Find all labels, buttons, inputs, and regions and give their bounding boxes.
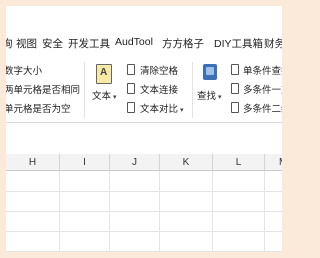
single-lookup-icon: [231, 64, 239, 75]
text-compare-label: 文本对比: [140, 104, 179, 115]
grid-line: [6, 191, 282, 192]
tab-diy-toolbox[interactable]: DIY工具箱: [214, 36, 263, 51]
chevron-down-icon: ▾: [113, 94, 117, 101]
grid-line: [6, 231, 282, 232]
cells-same-button[interactable]: 两单元格是否相同: [6, 82, 80, 96]
multi-lookup-one-icon: [231, 83, 239, 94]
column-header-h[interactable]: H: [6, 154, 60, 171]
text-button-label: 文本: [92, 91, 112, 102]
tab-fangfang[interactable]: 方方格子: [162, 36, 204, 51]
find-button-label: 查找: [197, 91, 217, 102]
column-header-l[interactable]: L: [213, 154, 265, 171]
text-compare-button[interactable]: 文本对比 ▾: [140, 101, 184, 115]
tab-view[interactable]: 视图: [16, 36, 37, 51]
tab-partial[interactable]: 询: [6, 36, 13, 51]
clear-space-icon: [127, 64, 135, 75]
column-header-i[interactable]: I: [60, 154, 110, 171]
column-header-j[interactable]: J: [110, 154, 160, 171]
group-separator: [84, 62, 85, 118]
clear-space-button[interactable]: 清除空格: [140, 63, 178, 77]
text-join-icon: [127, 83, 135, 94]
multi-lookup-2d-button[interactable]: 多条件二维: [243, 101, 282, 115]
find-icon[interactable]: [203, 64, 217, 80]
text-compare-icon: [127, 102, 135, 113]
menu-tab-bar: 询 视图 安全 开发工具 AudTool 方方格子 DIY工具箱 财务工: [6, 34, 282, 54]
tab-security[interactable]: 安全: [42, 36, 63, 51]
text-button[interactable]: 文本 ▾: [92, 88, 117, 102]
ribbon: 数字大小 两单元格是否相同 单元格是否为空 A 文本 ▾ 清除空格 文本连接 文本…: [6, 56, 282, 123]
grid-line: [6, 211, 282, 212]
cell-empty-button[interactable]: 单元格是否为空: [6, 101, 71, 115]
group-separator: [192, 62, 193, 118]
spreadsheet-grid[interactable]: H I J K L M: [6, 154, 282, 252]
chevron-down-icon: ▾: [180, 107, 184, 114]
grid-line: [6, 251, 282, 252]
chevron-down-icon: ▾: [218, 94, 222, 101]
tab-developer[interactable]: 开发工具: [68, 36, 110, 51]
tab-finance[interactable]: 财务工: [264, 36, 282, 51]
number-size-button[interactable]: 数字大小: [6, 63, 42, 77]
find-button[interactable]: 查找 ▾: [197, 88, 222, 102]
text-join-button[interactable]: 文本连接: [140, 82, 178, 96]
tab-audtool[interactable]: AudTool: [115, 36, 153, 48]
multi-lookup-one-button[interactable]: 多条件一对: [243, 82, 282, 96]
column-header-k[interactable]: K: [160, 154, 213, 171]
app-window: 询 视图 安全 开发工具 AudTool 方方格子 DIY工具箱 财务工 数字大…: [6, 6, 282, 252]
column-header-m[interactable]: M: [265, 154, 282, 171]
text-icon[interactable]: A: [96, 64, 112, 84]
single-lookup-button[interactable]: 单条件查找: [243, 63, 282, 77]
multi-lookup-2d-icon: [231, 102, 239, 113]
